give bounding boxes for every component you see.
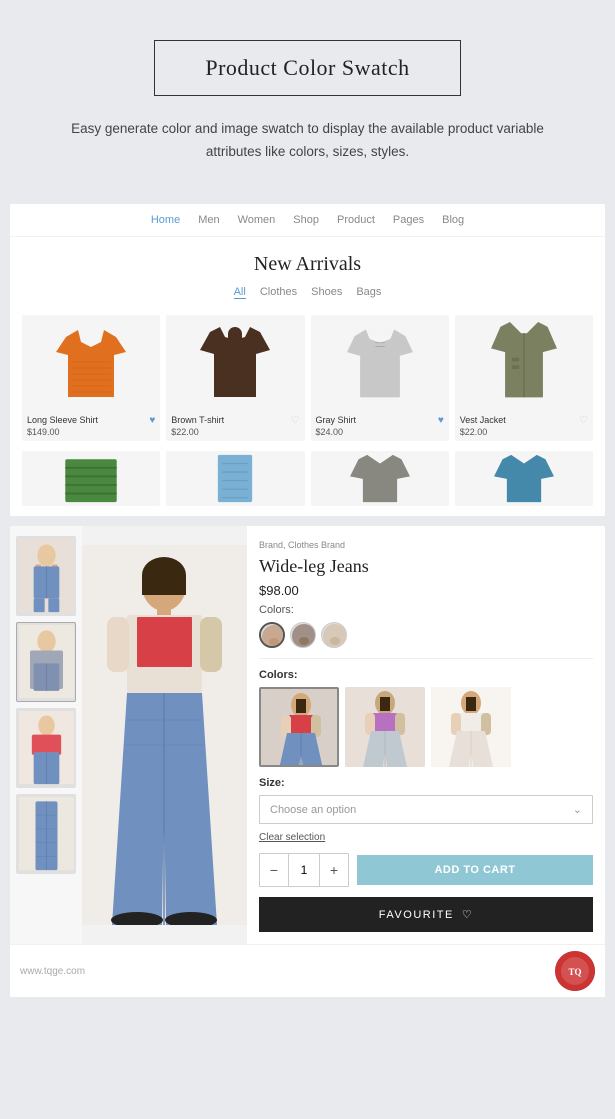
nav-blog[interactable]: Blog xyxy=(442,214,464,226)
divider xyxy=(259,658,593,659)
product-card-partial xyxy=(166,451,304,506)
shop-demo: Home Men Women Shop Product Pages Blog N… xyxy=(10,204,605,516)
product-detail-demo: Brand, Clothes Brand Wide-leg Jeans $98.… xyxy=(10,526,605,945)
thumb-4[interactable] xyxy=(16,794,76,874)
qty-cart-row: − 1 + ADD TO CART xyxy=(259,853,593,887)
product-image-partial xyxy=(22,451,160,506)
product-image-partial xyxy=(166,451,304,506)
filter-shoes[interactable]: Shoes xyxy=(311,286,342,299)
watermark-logo: TQ xyxy=(555,951,595,991)
product-card-partial xyxy=(455,451,593,506)
filter-all[interactable]: All xyxy=(234,286,246,299)
title-box: Product Color Swatch xyxy=(154,40,460,96)
product-card-partial xyxy=(22,451,160,506)
subtitle: Easy generate color and image swatch to … xyxy=(48,118,568,164)
size-placeholder: Choose an option xyxy=(270,804,356,816)
product-card[interactable]: Brown T-shirt $22.00 ♡ xyxy=(166,315,304,441)
favourite-label: FAVOURITE xyxy=(379,909,454,921)
product-name: Vest Jacket xyxy=(460,415,506,427)
color-img-swatch-3[interactable] xyxy=(431,687,511,767)
color-swatches-small xyxy=(259,622,593,648)
favourite-button[interactable]: FAVOURITE ♡ xyxy=(259,897,593,932)
color-swatch-3[interactable] xyxy=(321,622,347,648)
wishlist-icon[interactable]: ♡ xyxy=(291,415,300,426)
clear-selection[interactable]: Clear selection xyxy=(259,832,593,843)
qty-minus-button[interactable]: − xyxy=(260,854,288,886)
wishlist-icon[interactable]: ♡ xyxy=(579,415,588,426)
filter-bags[interactable]: Bags xyxy=(356,286,381,299)
thumb-3[interactable] xyxy=(16,708,76,788)
size-label: Size: xyxy=(259,777,593,789)
product-name: Brown T-shirt xyxy=(171,415,224,427)
chevron-down-icon: ⌄ xyxy=(573,803,582,816)
colors-label-small: Colors: xyxy=(259,604,593,616)
product-detail-panel: Brand, Clothes Brand Wide-leg Jeans $98.… xyxy=(247,526,605,945)
color-img-swatch-1[interactable] xyxy=(259,687,339,767)
shop-nav: Home Men Women Shop Product Pages Blog xyxy=(10,204,605,237)
header-section: Product Color Swatch Easy generate color… xyxy=(0,0,615,184)
product-image xyxy=(166,315,304,410)
qty-plus-button[interactable]: + xyxy=(320,854,348,886)
nav-shop[interactable]: Shop xyxy=(293,214,319,226)
product-name: Long Sleeve Shirt xyxy=(27,415,98,427)
product-price: $22.00 xyxy=(171,427,224,437)
product-card[interactable]: Gray Shirt $24.00 ♥ xyxy=(311,315,449,441)
bottom-bar: www.tqge.com TQ xyxy=(10,944,605,997)
product-price: $22.00 xyxy=(460,427,506,437)
nav-women[interactable]: Women xyxy=(238,214,276,226)
nav-product[interactable]: Product xyxy=(337,214,375,226)
product-main-name: Wide-leg Jeans xyxy=(259,556,593,578)
product-image xyxy=(311,315,449,410)
color-swatch-1[interactable] xyxy=(259,622,285,648)
product-image-partial xyxy=(455,451,593,506)
thumb-2[interactable] xyxy=(16,622,76,702)
thumbnail-column xyxy=(10,526,82,945)
main-product-image xyxy=(82,526,247,945)
brand-tag: Brand, Clothes Brand xyxy=(259,540,593,550)
product-name: Gray Shirt xyxy=(316,415,357,427)
product-card[interactable]: Vest Jacket $22.00 ♡ xyxy=(455,315,593,441)
product-main-price: $98.00 xyxy=(259,583,593,598)
filter-tabs: All Clothes Shoes Bags xyxy=(10,282,605,311)
filter-clothes[interactable]: Clothes xyxy=(260,286,297,299)
product-info: Gray Shirt $24.00 ♥ xyxy=(311,410,449,441)
quantity-value: 1 xyxy=(288,854,320,886)
watermark-text: www.tqge.com xyxy=(20,966,85,977)
color-swatch-2[interactable] xyxy=(290,622,316,648)
product-info: Long Sleeve Shirt $149.00 ♥ xyxy=(22,410,160,441)
product-image xyxy=(22,315,160,410)
wishlist-icon[interactable]: ♥ xyxy=(438,415,444,426)
heart-outline-icon: ♡ xyxy=(462,908,473,921)
shop-title: New Arrivals xyxy=(10,253,605,276)
nav-home[interactable]: Home xyxy=(151,214,180,226)
product-info: Brown T-shirt $22.00 ♡ xyxy=(166,410,304,441)
color-img-swatch-2[interactable] xyxy=(345,687,425,767)
product-image xyxy=(455,315,593,410)
products-grid: Long Sleeve Shirt $149.00 ♥ Brown T-shir… xyxy=(10,311,605,449)
product-card[interactable]: Long Sleeve Shirt $149.00 ♥ xyxy=(22,315,160,441)
thumb-1[interactable] xyxy=(16,536,76,616)
product-info: Vest Jacket $22.00 ♡ xyxy=(455,410,593,441)
add-to-cart-button[interactable]: ADD TO CART xyxy=(357,855,593,885)
product-price: $149.00 xyxy=(27,427,98,437)
products-row2 xyxy=(10,449,605,516)
colors-label-bold: Colors: xyxy=(259,669,593,681)
size-dropdown[interactable]: Choose an option ⌄ xyxy=(259,795,593,824)
shop-title-area: New Arrivals xyxy=(10,237,605,282)
color-image-swatches xyxy=(259,687,593,767)
product-image-partial xyxy=(311,451,449,506)
quantity-control: − 1 + xyxy=(259,853,349,887)
product-card-partial xyxy=(311,451,449,506)
nav-pages[interactable]: Pages xyxy=(393,214,424,226)
nav-men[interactable]: Men xyxy=(198,214,219,226)
page-title: Product Color Swatch xyxy=(205,55,409,81)
product-price: $24.00 xyxy=(316,427,357,437)
wishlist-icon[interactable]: ♥ xyxy=(149,415,155,426)
svg-text:TQ: TQ xyxy=(568,967,581,977)
